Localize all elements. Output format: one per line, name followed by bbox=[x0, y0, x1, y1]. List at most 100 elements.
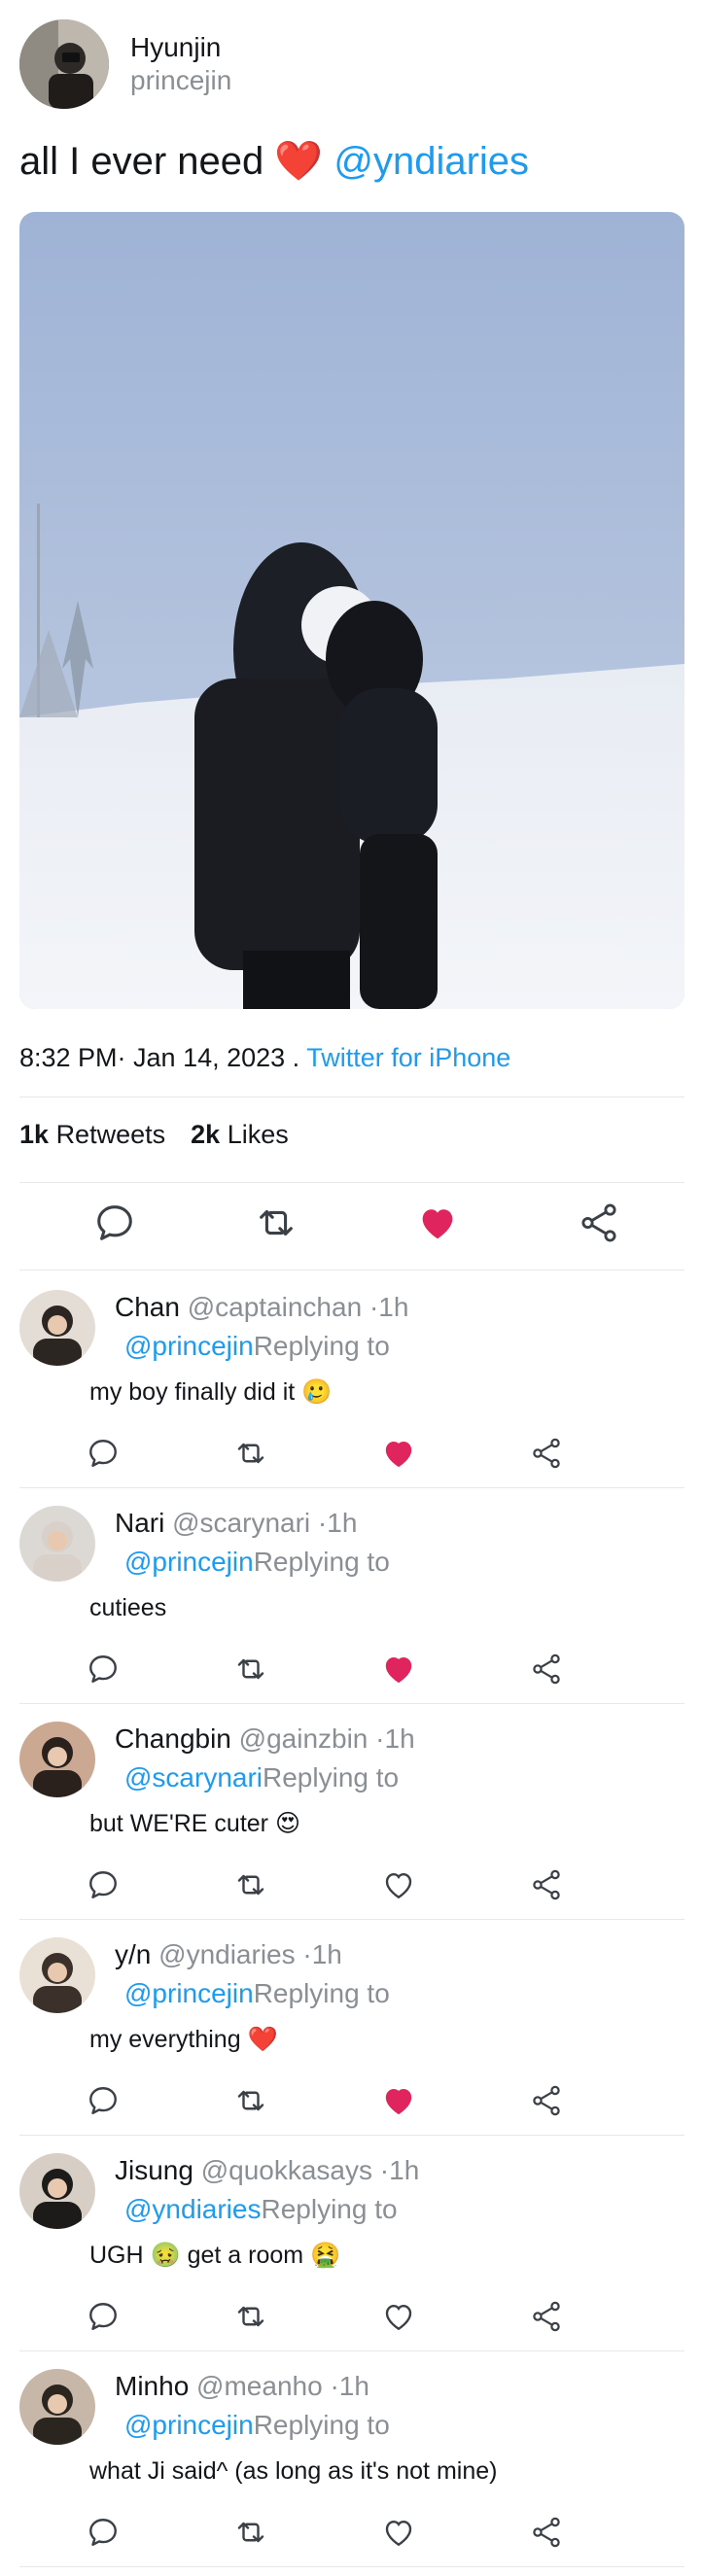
share-icon[interactable] bbox=[527, 1434, 566, 1473]
likes-label: Likes bbox=[227, 1120, 289, 1149]
reply-item[interactable]: y/n @yndiaries ·1h @princejinReplying to… bbox=[0, 1918, 702, 2136]
reply-handle[interactable]: @meanho bbox=[196, 2371, 323, 2401]
reply-actions bbox=[0, 1426, 702, 1480]
reply-handle[interactable]: @gainzbin bbox=[239, 1723, 369, 1754]
reply-avatar[interactable] bbox=[19, 1937, 95, 2013]
share-icon[interactable] bbox=[527, 2513, 566, 2552]
reply-display-name[interactable]: y/n bbox=[115, 1939, 151, 1969]
tweet-actions bbox=[19, 1176, 684, 1270]
reply-mention-link[interactable]: @princejin bbox=[124, 1547, 254, 1577]
retweet-icon[interactable] bbox=[231, 2081, 270, 2120]
reply-actions bbox=[0, 1858, 702, 1912]
reply-handle[interactable]: @yndiaries bbox=[158, 1939, 295, 1969]
reply-header: Changbin @gainzbin ·1h bbox=[115, 1722, 415, 1757]
author-names: Hyunjin princejin bbox=[130, 31, 231, 97]
reply-text: cutiees bbox=[89, 1594, 167, 1621]
tweet-timestamp: 8:32 PM· Jan 14, 2023 . Twitter for iPho… bbox=[19, 1043, 510, 1073]
reply-time: ·1h bbox=[330, 2371, 369, 2401]
replying-to-label: Replying to bbox=[253, 1978, 390, 2008]
reply-icon[interactable] bbox=[84, 2513, 123, 2552]
heart-icon[interactable] bbox=[379, 1865, 418, 1904]
reply-handle[interactable]: @quokkasays bbox=[201, 2155, 372, 2185]
reply-avatar[interactable] bbox=[19, 1290, 95, 1366]
replying-to-label: Replying to bbox=[261, 2194, 398, 2224]
reply-item[interactable]: Changbin @gainzbin ·1h @scarynariReplyin… bbox=[0, 1702, 702, 1920]
reply-icon[interactable] bbox=[89, 1198, 140, 1248]
reply-item[interactable]: Chan @captainchan ·1h @princejinReplying… bbox=[0, 1271, 702, 1488]
reply-handle[interactable]: @captainchan bbox=[188, 1292, 362, 1322]
reply-handle[interactable]: @scarynari bbox=[172, 1508, 310, 1538]
share-icon[interactable] bbox=[527, 1865, 566, 1904]
reply-text: my everything ❤️ bbox=[89, 2026, 278, 2053]
reply-avatar[interactable] bbox=[19, 2153, 95, 2229]
share-icon[interactable] bbox=[527, 2081, 566, 2120]
tweet-source-link[interactable]: Twitter for iPhone bbox=[306, 1043, 510, 1072]
replying-to-label: Replying to bbox=[263, 1762, 400, 1793]
reply-context: @princejinReplying to bbox=[124, 1329, 390, 1364]
heart-icon[interactable] bbox=[379, 1434, 418, 1473]
retweets-stat[interactable]: 1k Retweets bbox=[19, 1120, 165, 1149]
reply-display-name[interactable]: Jisung bbox=[115, 2155, 193, 2185]
reply-divider bbox=[19, 2566, 684, 2567]
heart-emoji: ❤️ bbox=[274, 140, 324, 183]
reply-header: Minho @meanho ·1h bbox=[115, 2369, 369, 2404]
reply-time: ·1h bbox=[369, 1292, 409, 1322]
reply-icon[interactable] bbox=[84, 2081, 123, 2120]
reply-mention-link[interactable]: @princejin bbox=[124, 1978, 254, 2008]
share-icon[interactable] bbox=[527, 2297, 566, 2336]
reply-mention-link[interactable]: @princejin bbox=[124, 1331, 254, 1361]
heart-icon[interactable] bbox=[379, 2513, 418, 2552]
reply-context: @princejinReplying to bbox=[124, 1976, 390, 2011]
share-icon[interactable] bbox=[527, 1650, 566, 1688]
tweet-stats: 1k Retweets 2k Likes bbox=[19, 1120, 289, 1150]
retweet-icon[interactable] bbox=[251, 1198, 301, 1248]
share-icon[interactable] bbox=[574, 1198, 624, 1248]
like-heart-icon[interactable] bbox=[412, 1198, 463, 1248]
retweets-count: 1k bbox=[19, 1120, 50, 1149]
retweet-icon[interactable] bbox=[231, 1434, 270, 1473]
reply-icon[interactable] bbox=[84, 2297, 123, 2336]
timestamp-text: 8:32 PM· Jan 14, 2023 . bbox=[19, 1043, 300, 1072]
reply-mention-link[interactable]: @yndiaries bbox=[124, 2194, 261, 2224]
tweet-mention-link[interactable]: @yndiaries bbox=[333, 140, 529, 183]
reply-display-name[interactable]: Changbin bbox=[115, 1723, 231, 1754]
reply-avatar[interactable] bbox=[19, 1506, 95, 1582]
reply-actions bbox=[0, 2289, 702, 2344]
reply-context: @princejinReplying to bbox=[124, 2408, 390, 2443]
reply-icon[interactable] bbox=[84, 1434, 123, 1473]
retweet-icon[interactable] bbox=[231, 2297, 270, 2336]
tweet-photo[interactable] bbox=[19, 212, 684, 1009]
reply-item[interactable]: Nari @scarynari ·1h @princejinReplying t… bbox=[0, 1486, 702, 1704]
retweet-icon[interactable] bbox=[231, 2513, 270, 2552]
reply-time: ·1h bbox=[375, 1723, 415, 1754]
reply-text: but WE'RE cuter 😍 bbox=[89, 1810, 301, 1837]
heart-icon[interactable] bbox=[379, 2081, 418, 2120]
heart-icon[interactable] bbox=[379, 1650, 418, 1688]
reply-actions bbox=[0, 2505, 702, 2559]
reply-display-name[interactable]: Chan bbox=[115, 1292, 180, 1322]
reply-mention-link[interactable]: @princejin bbox=[124, 2410, 254, 2440]
heart-icon[interactable] bbox=[379, 2297, 418, 2336]
author-display-name[interactable]: Hyunjin bbox=[130, 31, 231, 64]
reply-header: y/n @yndiaries ·1h bbox=[115, 1937, 342, 1972]
retweet-icon[interactable] bbox=[231, 1865, 270, 1904]
reply-header: Nari @scarynari ·1h bbox=[115, 1506, 357, 1541]
reply-mention-link[interactable]: @scarynari bbox=[124, 1762, 263, 1793]
reply-avatar[interactable] bbox=[19, 1722, 95, 1797]
tweet-text-body: all I ever need bbox=[19, 140, 264, 183]
replying-to-label: Replying to bbox=[253, 1547, 390, 1577]
author-handle[interactable]: princejin bbox=[130, 64, 231, 97]
reply-text: UGH 🤢 get a room 🤮 bbox=[89, 2242, 341, 2269]
author-avatar[interactable] bbox=[19, 19, 109, 109]
retweet-icon[interactable] bbox=[231, 1650, 270, 1688]
reply-icon[interactable] bbox=[84, 1865, 123, 1904]
reply-display-name[interactable]: Minho bbox=[115, 2371, 189, 2401]
reply-display-name[interactable]: Nari bbox=[115, 1508, 164, 1538]
reply-item[interactable]: Minho @meanho ·1h @princejinReplying to … bbox=[0, 2350, 702, 2567]
reply-avatar[interactable] bbox=[19, 2369, 95, 2445]
reply-text: my boy finally did it 🥲 bbox=[89, 1378, 333, 1406]
reply-item[interactable]: Jisung @quokkasays ·1h @yndiariesReplyin… bbox=[0, 2134, 702, 2351]
reply-icon[interactable] bbox=[84, 1650, 123, 1688]
reply-header: Jisung @quokkasays ·1h bbox=[115, 2153, 419, 2188]
likes-stat[interactable]: 2k Likes bbox=[191, 1120, 289, 1149]
